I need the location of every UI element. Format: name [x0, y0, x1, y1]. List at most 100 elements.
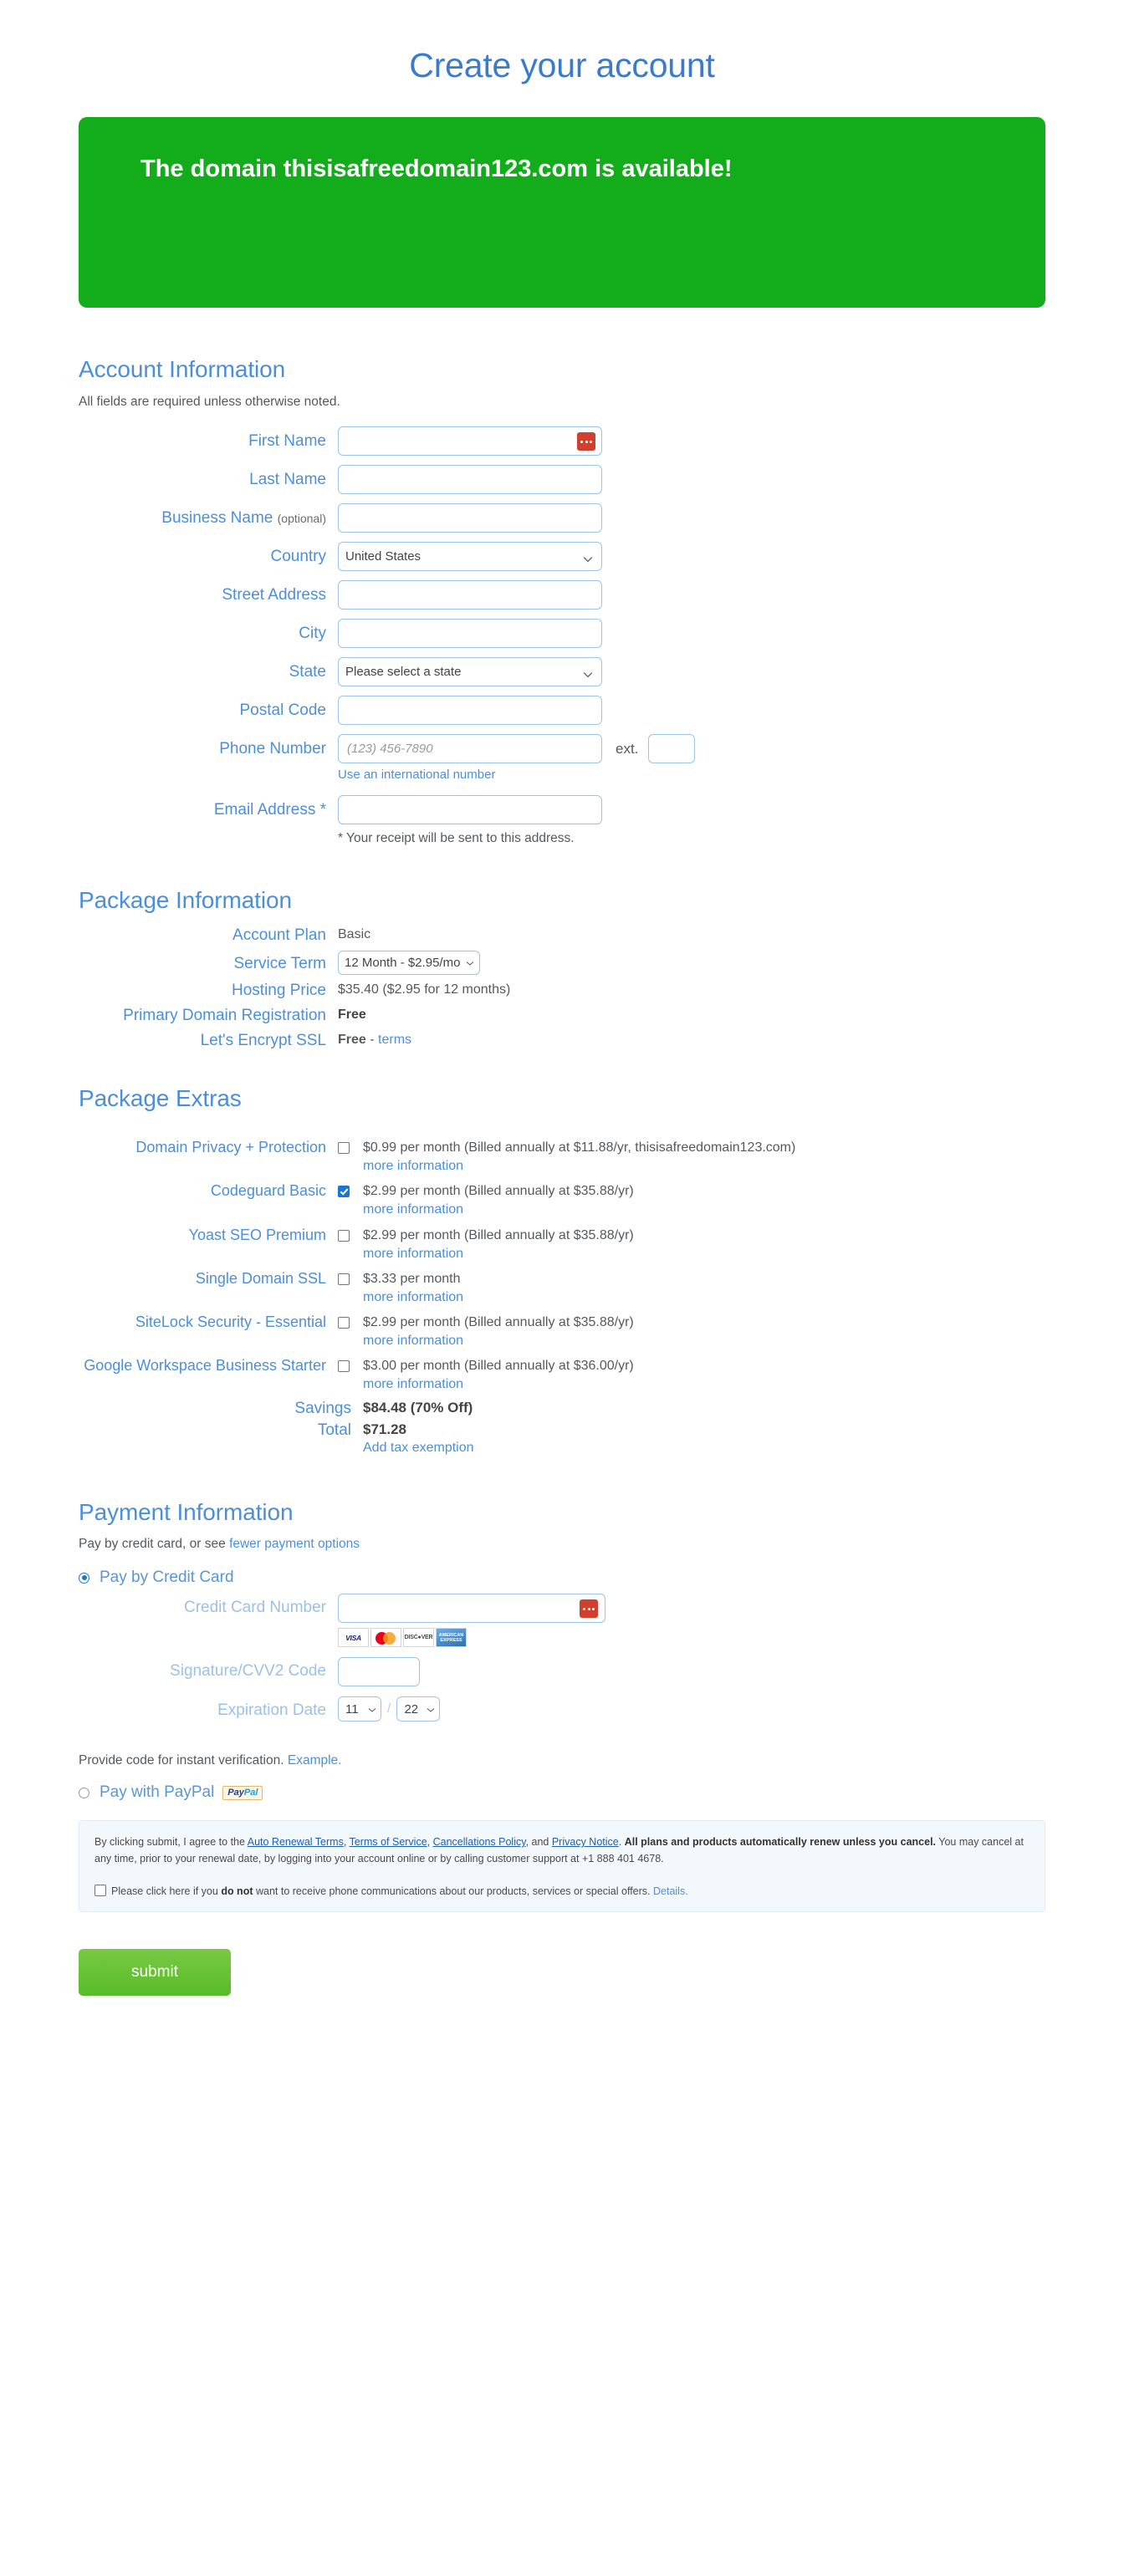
privacy-notice-link[interactable]: Privacy Notice — [552, 1836, 619, 1848]
phone-extension-input[interactable] — [648, 734, 696, 763]
domain-privacy-checkbox[interactable] — [338, 1142, 350, 1155]
expiration-date-control: 11 / 22 — [338, 1696, 1045, 1722]
account-plan-label: Account Plan — [232, 926, 326, 945]
more-information-link[interactable]: more information — [363, 1245, 1045, 1262]
terms-paragraph: By clicking submit, I agree to the Auto … — [95, 1834, 1029, 1867]
codeguard-basic-checkbox[interactable] — [338, 1186, 350, 1198]
business-name-label-text: Business Name — [161, 509, 273, 527]
total-row: Total $71.28 Add tax exemption — [79, 1421, 1045, 1456]
expiration-year-select[interactable]: 22 — [396, 1696, 441, 1722]
more-information-link[interactable]: more information — [363, 1375, 1045, 1393]
extra-checkbox-cell — [338, 1270, 363, 1288]
password-manager-icon[interactable] — [580, 1599, 598, 1619]
email-address-input[interactable] — [338, 795, 602, 824]
ssl-separator: - — [365, 1032, 379, 1047]
example-link[interactable]: Example. — [288, 1753, 342, 1767]
expiration-month-select[interactable]: 11 — [338, 1696, 381, 1722]
last-name-input[interactable] — [338, 465, 602, 494]
cvv-row: Signature/CVV2 Code — [79, 1657, 1045, 1687]
extra-label: Yoast SEO Premium — [188, 1226, 326, 1243]
extra-price-text: $0.99 per month (Billed annually at $11.… — [363, 1140, 796, 1155]
google-workspace-checkbox[interactable] — [338, 1360, 350, 1373]
package-information-section: Package Information Account Plan Basic S… — [0, 887, 1124, 1050]
business-name-control — [338, 503, 1045, 533]
last-name-row: Last Name — [79, 465, 1045, 494]
credit-card-number-input[interactable] — [338, 1594, 605, 1624]
package-extras-heading: Package Extras — [79, 1085, 242, 1112]
phone-number-input[interactable] — [338, 734, 602, 763]
state-row: State Please select a state — [79, 657, 1045, 686]
discover-icon: DISC●VER — [403, 1628, 434, 1648]
phone-ext-group: ext. — [338, 734, 1045, 763]
package-extras-section: Package Extras Domain Privacy + Protecti… — [0, 1085, 1124, 1456]
more-information-link[interactable]: more information — [363, 1157, 1045, 1175]
business-name-label: Business Name (optional) — [79, 503, 338, 528]
ssl-terms-link[interactable]: terms — [378, 1033, 411, 1047]
paypal-radio[interactable] — [79, 1787, 89, 1798]
service-term-select[interactable]: 12 Month - $2.95/mo — [338, 950, 480, 975]
auto-renewal-terms-link[interactable]: Auto Renewal Terms — [248, 1836, 344, 1848]
postal-code-row: Postal Code — [79, 696, 1045, 725]
submit-button[interactable]: submit — [79, 1948, 231, 1996]
terms-of-service-link[interactable]: Terms of Service — [350, 1836, 427, 1848]
page-title: Create your account — [409, 46, 715, 84]
extra-checkbox-cell — [338, 1227, 363, 1245]
extra-price-text: $2.99 per month (Billed annually at $35.… — [363, 1315, 634, 1330]
add-tax-exemption-link[interactable]: Add tax exemption — [363, 1441, 474, 1456]
cancellations-policy-link[interactable]: Cancellations Policy — [433, 1836, 526, 1848]
mastercard-icon — [370, 1628, 401, 1648]
account-plan-value: Basic — [338, 927, 371, 942]
country-select-wrapper: United States — [338, 542, 602, 571]
first-name-input[interactable] — [338, 426, 602, 456]
email-address-label: Email Address * — [213, 801, 326, 819]
more-information-link[interactable]: more information — [363, 1201, 1045, 1218]
pay-by-credit-card-option[interactable]: Pay by Credit Card — [79, 1569, 1045, 1587]
phone-number-control: ext. Use an international number — [338, 734, 1045, 782]
extra-body: $0.99 per month (Billed annually at $11.… — [363, 1139, 1045, 1175]
savings-label: Savings — [294, 1400, 351, 1418]
account-plan-row: Account Plan Basic — [79, 926, 1045, 945]
extra-label: Codeguard Basic — [210, 1182, 326, 1200]
extra-row: Google Workspace Business Starter $3.00 … — [79, 1357, 1045, 1393]
single-domain-ssl-checkbox[interactable] — [338, 1273, 350, 1285]
state-select[interactable]: Please select a state — [338, 657, 602, 686]
expiration-selects-group: 11 / 22 — [338, 1696, 1045, 1722]
password-manager-icon[interactable] — [577, 432, 595, 451]
extra-price-text: $3.33 per month — [363, 1271, 461, 1286]
service-term-control: 12 Month - $2.95/mo — [338, 950, 480, 975]
expiration-date-row: Expiration Date 11 / 22 — [79, 1696, 1045, 1722]
cvv-input[interactable] — [338, 1657, 420, 1687]
email-address-row: Email Address * * Your receipt will be s… — [79, 795, 1045, 847]
postal-code-input[interactable] — [338, 696, 602, 725]
business-name-input[interactable] — [338, 503, 602, 533]
more-information-link[interactable]: more information — [363, 1332, 1045, 1349]
street-address-row: Street Address — [79, 580, 1045, 610]
extra-label: Domain Privacy + Protection — [135, 1139, 326, 1156]
international-number-link[interactable]: Use an international number — [338, 768, 1045, 782]
terms-sep-4: . — [618, 1836, 625, 1849]
optout-bold: do not — [221, 1885, 253, 1898]
account-information-heading: Account Information — [79, 356, 286, 382]
phone-optout-checkbox[interactable] — [95, 1885, 106, 1897]
package-information-heading: Package Information — [79, 887, 292, 914]
city-input[interactable] — [338, 619, 602, 648]
country-select[interactable]: United States — [338, 542, 602, 571]
yoast-seo-premium-checkbox[interactable] — [338, 1229, 350, 1242]
service-term-select-wrapper: 12 Month - $2.95/mo — [338, 950, 480, 975]
city-row: City — [79, 619, 1045, 648]
phone-optout-text: Please click here if you do not want to … — [111, 1884, 688, 1900]
state-control: Please select a state — [338, 657, 1045, 686]
extra-price-text: $2.99 per month (Billed annually at $35.… — [363, 1227, 634, 1242]
street-address-input[interactable] — [338, 580, 602, 610]
pay-with-paypal-option[interactable]: Pay with PayPal Pay Pal — [79, 1783, 1045, 1802]
email-receipt-note: * Your receipt will be sent to this addr… — [338, 831, 575, 845]
more-information-link[interactable]: more information — [363, 1288, 1045, 1306]
extra-body: $2.99 per month (Billed annually at $35.… — [363, 1314, 1045, 1349]
credit-card-radio[interactable] — [79, 1572, 89, 1584]
sitelock-security-checkbox[interactable] — [338, 1317, 350, 1329]
fewer-payment-options-link[interactable]: fewer payment options — [229, 1537, 360, 1551]
extra-body: $2.99 per month (Billed annually at $35.… — [363, 1227, 1045, 1262]
street-address-label: Street Address — [222, 586, 326, 604]
terms-sep-2: , — [427, 1836, 433, 1849]
optout-details-link[interactable]: Details. — [653, 1885, 688, 1897]
